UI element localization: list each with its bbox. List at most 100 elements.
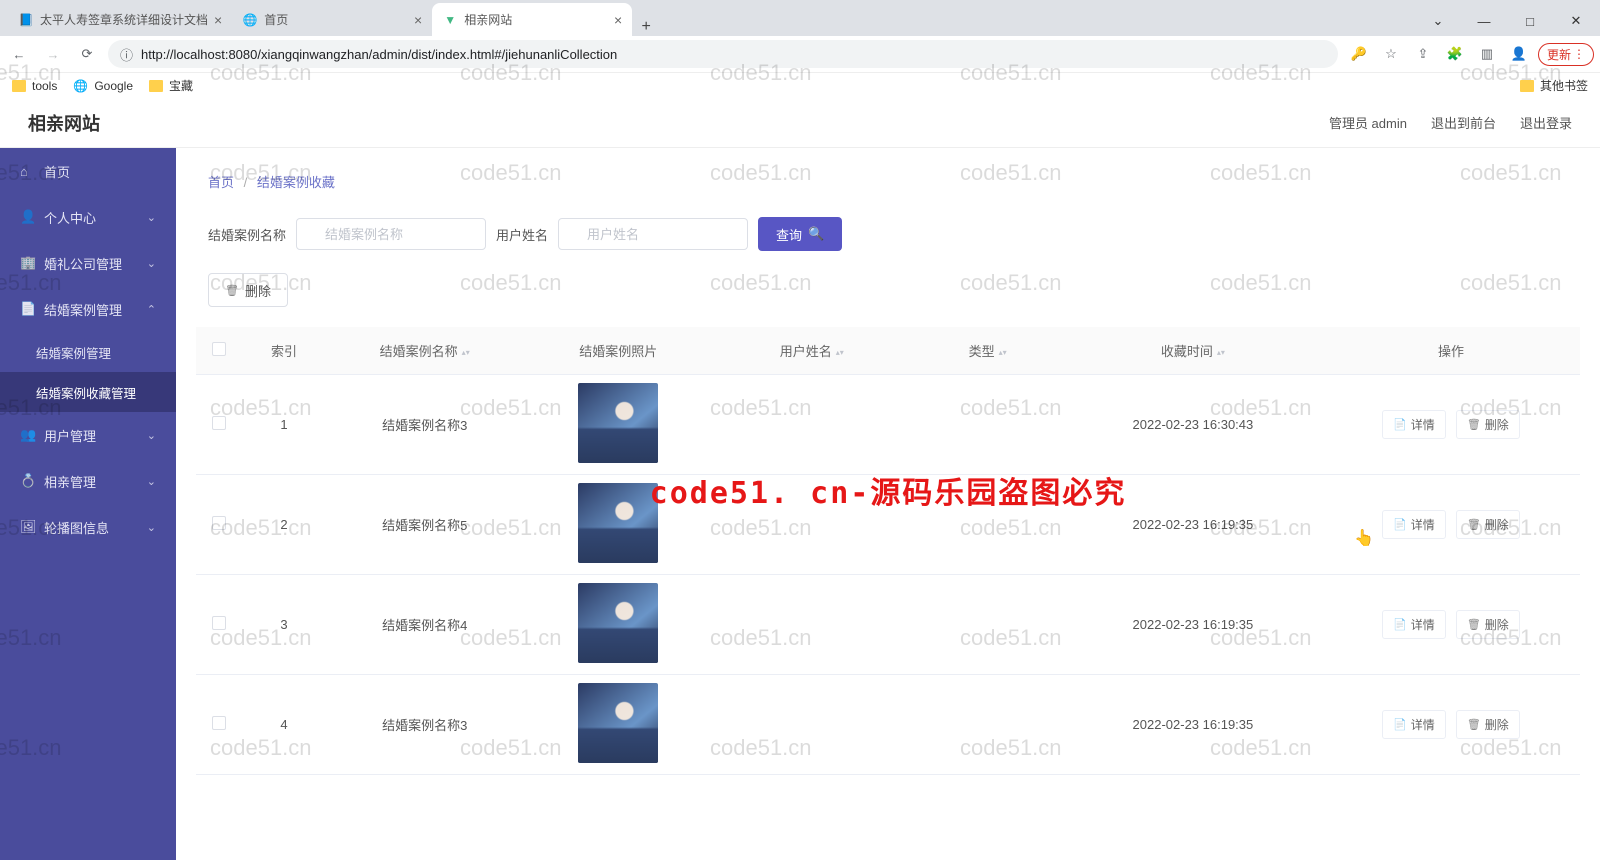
bookmark-google[interactable]: 🌐Google	[73, 79, 133, 93]
col-user-name[interactable]: 用户姓名▴▾	[712, 327, 911, 375]
document-icon: 📄	[20, 301, 34, 317]
batch-delete-button[interactable]: 🗑删除	[208, 273, 288, 307]
admin-label[interactable]: 管理员 admin	[1329, 113, 1407, 132]
other-bookmarks[interactable]: 其他书签	[1520, 77, 1588, 94]
update-button[interactable]: 更新⋮	[1538, 43, 1594, 66]
share-icon[interactable]: ⇪	[1410, 41, 1436, 67]
chevron-down-icon: ⌄	[147, 475, 156, 488]
cell-photo	[524, 675, 712, 775]
table-header-row: 索引 结婚案例名称▴▾ 结婚案例照片 用户姓名▴▾ 类型▴▾ 收藏时间▴▾ 操作	[196, 327, 1580, 375]
close-tab-icon[interactable]: ×	[414, 12, 422, 28]
reload-icon[interactable]: ⟳	[74, 41, 100, 67]
sidebar-item-wedding-company[interactable]: 🏢婚礼公司管理⌄	[0, 240, 176, 286]
sidebar: ⌂首页 👤个人中心⌄ 🏢婚礼公司管理⌄ 📄结婚案例管理⌃ 结婚案例管理 结婚案例…	[0, 148, 176, 860]
case-photo-thumb[interactable]	[578, 383, 658, 463]
case-photo-thumb[interactable]	[578, 483, 658, 563]
table-row: 1 结婚案例名称3 2022-02-23 16:30:43 📄详情 🗑删除	[196, 375, 1580, 475]
forward-icon[interactable]: →	[40, 41, 66, 67]
table-row: 2 结婚案例名称5 2022-02-23 16:19:35 📄详情 🗑删除	[196, 475, 1580, 575]
sidebar-item-home[interactable]: ⌂首页	[0, 148, 176, 194]
browser-tab-2[interactable]: ▼ 相亲网站 ×	[432, 3, 632, 36]
password-icon[interactable]: 🔑	[1346, 41, 1372, 67]
delete-button[interactable]: 🗑删除	[1456, 410, 1520, 439]
bookmark-baozang[interactable]: 宝藏	[149, 77, 193, 94]
detail-button[interactable]: 📄详情	[1382, 710, 1446, 739]
browser-chrome: 📘 太平人寿签章系统详细设计文档 × 🌐 首页 × ▼ 相亲网站 × + ⌄ —…	[0, 0, 1600, 98]
delete-button[interactable]: 🗑删除	[1456, 510, 1520, 539]
cell-case-name: 结婚案例名称5	[325, 475, 524, 575]
url-field[interactable]: ⓘ http://localhost:8080/xiangqinwangzhan…	[108, 40, 1338, 68]
chevron-up-icon: ⌃	[147, 303, 156, 316]
cell-index: 4	[243, 675, 325, 775]
cell-case-name: 结婚案例名称4	[325, 575, 524, 675]
bookmark-tools[interactable]: tools	[12, 79, 57, 93]
sidebar-subitem-case-manage[interactable]: 结婚案例管理	[0, 332, 176, 372]
close-tab-icon[interactable]: ×	[214, 12, 222, 28]
window-controls: ⌄ — □ ✕	[1416, 6, 1600, 36]
extensions-icon[interactable]: 🧩	[1442, 41, 1468, 67]
exit-to-front-link[interactable]: 退出到前台	[1431, 113, 1496, 132]
sidebar-item-carousel[interactable]: 🖼轮播图信息⌄	[0, 504, 176, 550]
back-icon[interactable]: ←	[6, 41, 32, 67]
cell-collect-time: 2022-02-23 16:30:43	[1064, 375, 1322, 475]
sidebar-subitem-case-collection[interactable]: 结婚案例收藏管理	[0, 372, 176, 412]
sidebar-item-user-manage[interactable]: 👥用户管理⌄	[0, 412, 176, 458]
select-all-checkbox[interactable]	[212, 342, 226, 356]
document-icon: 📄	[1393, 718, 1407, 731]
detail-button[interactable]: 📄详情	[1382, 510, 1446, 539]
col-case-name[interactable]: 结婚案例名称▴▾	[325, 327, 524, 375]
building-icon: 🏢	[20, 255, 34, 271]
reading-list-icon[interactable]: ▥	[1474, 41, 1500, 67]
logout-link[interactable]: 退出登录	[1520, 113, 1572, 132]
sort-icon: ▴▾	[836, 350, 844, 356]
browser-tab-0[interactable]: 📘 太平人寿签章系统详细设计文档 ×	[8, 3, 232, 36]
delete-button[interactable]: 🗑删除	[1456, 610, 1520, 639]
detail-button[interactable]: 📄详情	[1382, 410, 1446, 439]
new-tab-button[interactable]: +	[632, 18, 660, 36]
chevron-down-icon: ⌄	[147, 521, 156, 534]
url-text: http://localhost:8080/xiangqinwangzhan/a…	[141, 47, 1326, 62]
search-button[interactable]: 查询🔍	[758, 217, 842, 251]
bookmarks-bar: tools 🌐Google 宝藏 其他书签	[0, 72, 1600, 98]
sidebar-item-profile[interactable]: 👤个人中心⌄	[0, 194, 176, 240]
document-icon: 📄	[1393, 418, 1407, 431]
detail-button[interactable]: 📄详情	[1382, 610, 1446, 639]
favicon-globe-icon: 🌐	[242, 12, 258, 28]
maximize-icon[interactable]: □	[1508, 6, 1552, 36]
col-collect-time[interactable]: 收藏时间▴▾	[1064, 327, 1322, 375]
case-photo-thumb[interactable]	[578, 583, 658, 663]
bookmark-star-icon[interactable]: ☆	[1378, 41, 1404, 67]
cell-index: 1	[243, 375, 325, 475]
chevron-down-icon[interactable]: ⌄	[1416, 6, 1460, 36]
search-icon: 🔍	[808, 226, 824, 242]
filter-bar: 结婚案例名称 🔍 用户姓名 🔍 查询🔍	[176, 203, 1600, 265]
case-photo-thumb[interactable]	[578, 683, 658, 763]
table-row: 4 结婚案例名称3 2022-02-23 16:19:35 📄详情 🗑删除	[196, 675, 1580, 775]
user-name-input[interactable]	[558, 218, 748, 250]
sidebar-item-wedding-cases[interactable]: 📄结婚案例管理⌃	[0, 286, 176, 332]
close-window-icon[interactable]: ✕	[1554, 6, 1598, 36]
chevron-down-icon: ⌄	[147, 211, 156, 224]
cell-collect-time: 2022-02-23 16:19:35	[1064, 675, 1322, 775]
tab-title: 太平人寿签章系统详细设计文档	[40, 11, 208, 28]
profile-icon[interactable]: 👤	[1506, 41, 1532, 67]
row-checkbox[interactable]	[212, 416, 226, 430]
sidebar-item-matchmaking[interactable]: 💍相亲管理⌄	[0, 458, 176, 504]
col-type[interactable]: 类型▴▾	[911, 327, 1063, 375]
home-icon: ⌂	[20, 164, 34, 179]
close-tab-icon[interactable]: ×	[614, 12, 622, 28]
favicon-vue-icon: ▼	[442, 12, 458, 28]
row-checkbox[interactable]	[212, 716, 226, 730]
delete-button[interactable]: 🗑删除	[1456, 710, 1520, 739]
cell-index: 3	[243, 575, 325, 675]
col-index[interactable]: 索引	[243, 327, 325, 375]
case-name-input[interactable]	[296, 218, 486, 250]
address-bar: ← → ⟳ ⓘ http://localhost:8080/xiangqinwa…	[0, 36, 1600, 72]
row-checkbox[interactable]	[212, 616, 226, 630]
breadcrumb-home[interactable]: 首页	[208, 175, 234, 190]
browser-tab-1[interactable]: 🌐 首页 ×	[232, 3, 432, 36]
trash-icon: 🗑	[1467, 518, 1481, 531]
cell-collect-time: 2022-02-23 16:19:35	[1064, 475, 1322, 575]
minimize-icon[interactable]: —	[1462, 6, 1506, 36]
row-checkbox[interactable]	[212, 516, 226, 530]
